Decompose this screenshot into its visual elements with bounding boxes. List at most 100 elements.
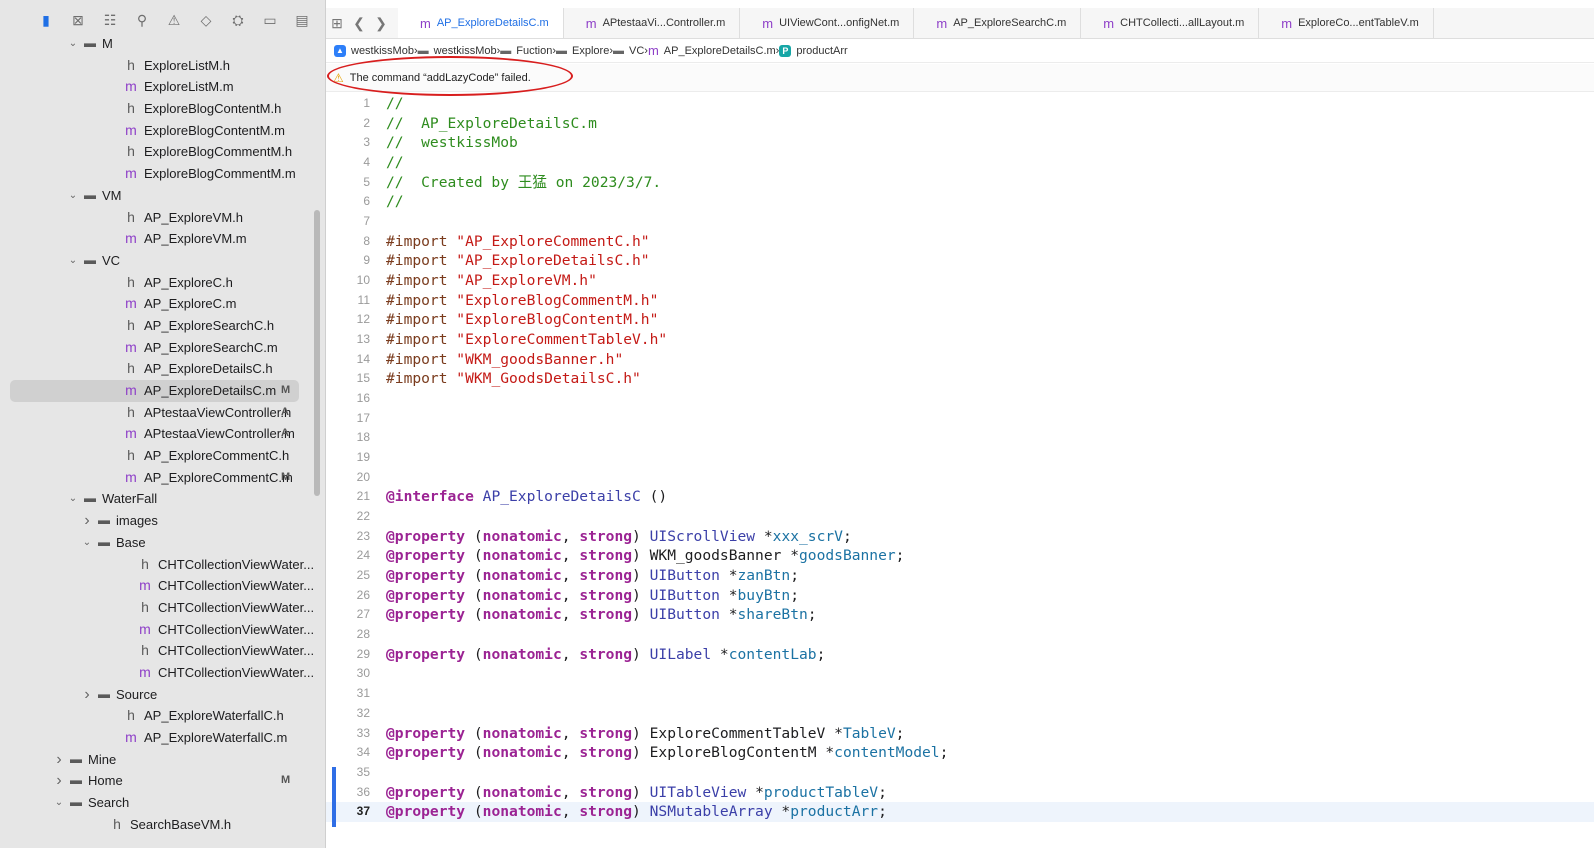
folder-row[interactable]: › ▬ Home M <box>0 770 325 792</box>
file-row[interactable]: m CHTCollectionViewWater... <box>0 575 325 597</box>
test-icon[interactable]: ◇ <box>190 8 222 32</box>
chevron-right-icon[interactable]: › <box>53 749 65 771</box>
code-line[interactable]: 17 <box>326 409 1594 429</box>
file-row[interactable]: m ExploreListM.m <box>0 76 325 98</box>
folder-row[interactable]: ⌄ ▬ VC <box>0 250 325 272</box>
code-line[interactable]: 21 @interface AP_ExploreDetailsC () <box>326 487 1594 507</box>
file-row[interactable]: m AP_ExploreVM.m <box>0 228 325 250</box>
breadcrumb-item[interactable]: ▲ westkissMob <box>334 44 414 57</box>
code-line[interactable]: 29 @property (nonatomic, strong) UILabel … <box>326 645 1594 665</box>
file-row[interactable]: h CHTCollectionViewWater... <box>0 640 325 662</box>
search-icon[interactable]: ⚲ <box>126 8 158 32</box>
code-line[interactable]: 12 #import "ExploreBlogContentM.h" <box>326 310 1594 330</box>
code-line[interactable]: 26 @property (nonatomic, strong) UIButton… <box>326 586 1594 606</box>
editor-tab[interactable]: m CHTCollecti...allLayout.m <box>1081 8 1260 38</box>
code-area[interactable]: 1 // 2 // AP_ExploreDetailsC.m 3 // westkissM… <box>326 94 1594 822</box>
chevron-down-icon[interactable]: ⌄ <box>53 792 65 814</box>
code-line[interactable]: 34 @property (nonatomic, strong) ExploreB… <box>326 743 1594 763</box>
code-line[interactable]: 11 #import "ExploreBlogCommentM.h" <box>326 291 1594 311</box>
folder-row[interactable]: › ▬ Mine <box>0 749 325 771</box>
chevron-down-icon[interactable]: ⌄ <box>81 532 93 554</box>
chevron-down-icon[interactable]: ⌄ <box>67 33 79 55</box>
grid-icon[interactable]: ⊞ <box>326 15 348 32</box>
breadcrumb-item[interactable]: ▬ Explore <box>556 45 609 57</box>
file-row[interactable]: h CHTCollectionViewWater... <box>0 597 325 619</box>
file-row[interactable]: m ExploreBlogCommentM.m <box>0 163 325 185</box>
folder-row[interactable]: › ▬ images <box>0 510 325 532</box>
source-control-icon[interactable]: ⊠ <box>62 8 94 32</box>
file-row[interactable]: h APtestaaViewController.h A <box>0 402 325 424</box>
file-row[interactable]: m APtestaaViewController.m A <box>0 423 325 445</box>
editor-tab[interactable]: m AP_ExploreDetailsC.m <box>398 8 564 38</box>
file-row[interactable]: m AP_ExploreWaterfallC.m <box>0 727 325 749</box>
symbol-icon[interactable]: ☷ <box>94 8 126 32</box>
code-line[interactable]: 36 @property (nonatomic, strong) UITableV… <box>326 783 1594 803</box>
breakpoint-icon[interactable]: ▭ <box>254 8 286 32</box>
code-line[interactable]: 8 #import "AP_ExploreCommentC.h" <box>326 232 1594 252</box>
file-row[interactable]: h AP_ExploreDetailsC.h <box>0 358 325 380</box>
file-row[interactable]: m CHTCollectionViewWater... <box>0 662 325 684</box>
code-line[interactable]: 28 <box>326 625 1594 645</box>
file-row[interactable]: h ExploreListM.h <box>0 55 325 77</box>
folder-row[interactable]: ⌄ ▬ Base <box>0 532 325 554</box>
chevron-down-icon[interactable]: ⌄ <box>67 250 79 272</box>
editor-tab[interactable]: m APtestaaVi...Controller.m <box>564 8 741 38</box>
code-line[interactable]: 25 @property (nonatomic, strong) UIButton… <box>326 566 1594 586</box>
code-line[interactable]: 37 @property (nonatomic, strong) NSMutabl… <box>326 802 1594 822</box>
file-row[interactable]: h AP_ExploreSearchC.h <box>0 315 325 337</box>
folder-row[interactable]: › ▬ Source <box>0 684 325 706</box>
editor-tab[interactable]: m AP_ExploreSearchC.m <box>914 8 1082 38</box>
code-line[interactable]: 15 #import "WKM_GoodsDetailsC.h" <box>326 369 1594 389</box>
code-line[interactable]: 4 // <box>326 153 1594 173</box>
forward-icon[interactable]: ❯ <box>370 15 392 32</box>
code-line[interactable]: 20 <box>326 468 1594 488</box>
file-row[interactable]: m AP_ExploreCommentC.m M <box>0 467 325 489</box>
code-line[interactable]: 30 <box>326 664 1594 684</box>
code-line[interactable]: 3 // westkissMob <box>326 133 1594 153</box>
editor-tab[interactable]: m ExploreCo...entTableV.m <box>1259 8 1434 38</box>
chevron-right-icon[interactable]: › <box>81 684 93 706</box>
file-row[interactable]: h AP_ExploreWaterfallC.h <box>0 705 325 727</box>
sidebar-scrollbar[interactable] <box>314 210 320 496</box>
breadcrumb-item[interactable]: ▬ Fuction <box>500 45 552 57</box>
chevron-down-icon[interactable]: ⌄ <box>67 185 79 207</box>
code-line[interactable]: 23 @property (nonatomic, strong) UIScroll… <box>326 527 1594 547</box>
folder-row[interactable]: ⌄ ▬ VM <box>0 185 325 207</box>
file-row[interactable]: m AP_ExploreDetailsC.m M <box>0 380 325 402</box>
code-line[interactable]: 31 <box>326 684 1594 704</box>
breadcrumb-item[interactable]: ▬ VC <box>613 45 644 57</box>
chevron-right-icon[interactable]: › <box>81 510 93 532</box>
code-line[interactable]: 9 #import "AP_ExploreDetailsC.h" <box>326 251 1594 271</box>
code-line[interactable]: 5 // Created by 王猛 on 2023/3/7. <box>326 173 1594 193</box>
code-line[interactable]: 27 @property (nonatomic, strong) UIButton… <box>326 605 1594 625</box>
folder-row[interactable]: ⌄ ▬ WaterFall <box>0 488 325 510</box>
debug-icon[interactable]: ⛭ <box>222 8 254 32</box>
code-line[interactable]: 16 <box>326 389 1594 409</box>
breadcrumb-item[interactable]: ▬ westkissMob <box>418 45 497 57</box>
code-line[interactable]: 13 #import "ExploreCommentTableV.h" <box>326 330 1594 350</box>
file-row[interactable]: h AP_ExploreC.h <box>0 272 325 294</box>
file-row[interactable]: h ExploreBlogCommentM.h <box>0 141 325 163</box>
code-line[interactable]: 2 // AP_ExploreDetailsC.m <box>326 114 1594 134</box>
breadcrumb-item[interactable]: PproductArr <box>779 44 848 57</box>
chevron-down-icon[interactable]: ⌄ <box>67 488 79 510</box>
code-line[interactable]: 35 <box>326 763 1594 783</box>
editor-tab[interactable]: m UIViewCont...onfigNet.m <box>740 8 915 38</box>
code-line[interactable]: 1 // <box>326 94 1594 114</box>
code-line[interactable]: 24 @property (nonatomic, strong) WKM_good… <box>326 546 1594 566</box>
code-line[interactable]: 32 <box>326 704 1594 724</box>
file-row[interactable]: h SearchBaseVM.h <box>0 814 325 836</box>
report-icon[interactable]: ▤ <box>286 8 318 32</box>
warning-icon[interactable]: ⚠ <box>158 8 190 32</box>
file-row[interactable]: m AP_ExploreSearchC.m <box>0 337 325 359</box>
file-row[interactable]: h CHTCollectionViewWater... <box>0 554 325 576</box>
folder-row[interactable]: ⌄ ▬ Search <box>0 792 325 814</box>
code-line[interactable]: 14 #import "WKM_goodsBanner.h" <box>326 350 1594 370</box>
code-line[interactable]: 19 <box>326 448 1594 468</box>
file-row[interactable]: m CHTCollectionViewWater... <box>0 619 325 641</box>
code-line[interactable]: 7 <box>326 212 1594 232</box>
code-line[interactable]: 22 <box>326 507 1594 527</box>
breadcrumb-item[interactable]: m AP_ExploreDetailsC.m <box>648 43 776 58</box>
chevron-right-icon[interactable]: › <box>53 770 65 792</box>
file-row[interactable]: h AP_ExploreVM.h <box>0 207 325 229</box>
